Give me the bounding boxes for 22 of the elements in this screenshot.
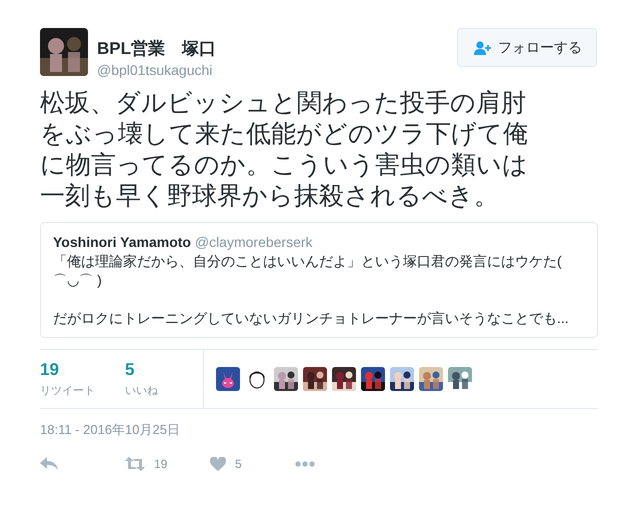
quoted-text: だがロクにトレーニングしていないガリンチョトレーナーが言いそうなことでも... [53, 309, 570, 328]
follow-button[interactable]: フォローする [457, 28, 597, 67]
retweet-icon[interactable] [125, 457, 145, 471]
stat-label: いいね [125, 384, 159, 398]
quoted-tweet[interactable]: Yoshinori Yamamoto @claymoreberserk 「俺は理論家だから、自分のことはいいんだよ」という塚口君の発言にはウケた( ⌒◡⌒ ) だがロクにトレーニングしていないガリンチョトレーナーが言いそうなことでも... [40, 222, 598, 338]
author-handle[interactable]: @bpl01tsukaguchi [97, 62, 457, 78]
reply-icon[interactable] [40, 457, 58, 471]
stat-count[interactable]: 5 [125, 360, 210, 380]
quoted-author-handle: @claymoreberserk [194, 234, 313, 250]
more-icon[interactable] [295, 461, 315, 467]
quoted-text: 「俺は理論家だから、自分のことはいいんだよ」という塚口君の発言にはウケた( ⌒◡⌒ ) [53, 252, 563, 290]
action-count: 5 [235, 457, 242, 471]
author-name[interactable]: BPL営業 塚口 [97, 37, 457, 60]
timestamp[interactable]: 18:11 - 2016年10月25日 [40, 421, 598, 439]
quoted-author-name: Yoshinori Yamamoto [53, 234, 191, 250]
bunny-icon[interactable] [216, 367, 240, 391]
stat-label: リツイート [40, 384, 96, 398]
tweet-text: 松坂、ダルビッシュと関わった投手の肩肘をぶっ壊して来た低能がどのツラ下げて俺に物言ってるのか。こういう害虫の類いは一刻も早く野球界から抹殺されるべき。 [40, 88, 529, 212]
heart-icon[interactable] [210, 457, 226, 471]
add-user-icon [474, 40, 492, 54]
action-count: 19 [154, 457, 168, 471]
stat-count[interactable]: 19 [40, 360, 125, 380]
